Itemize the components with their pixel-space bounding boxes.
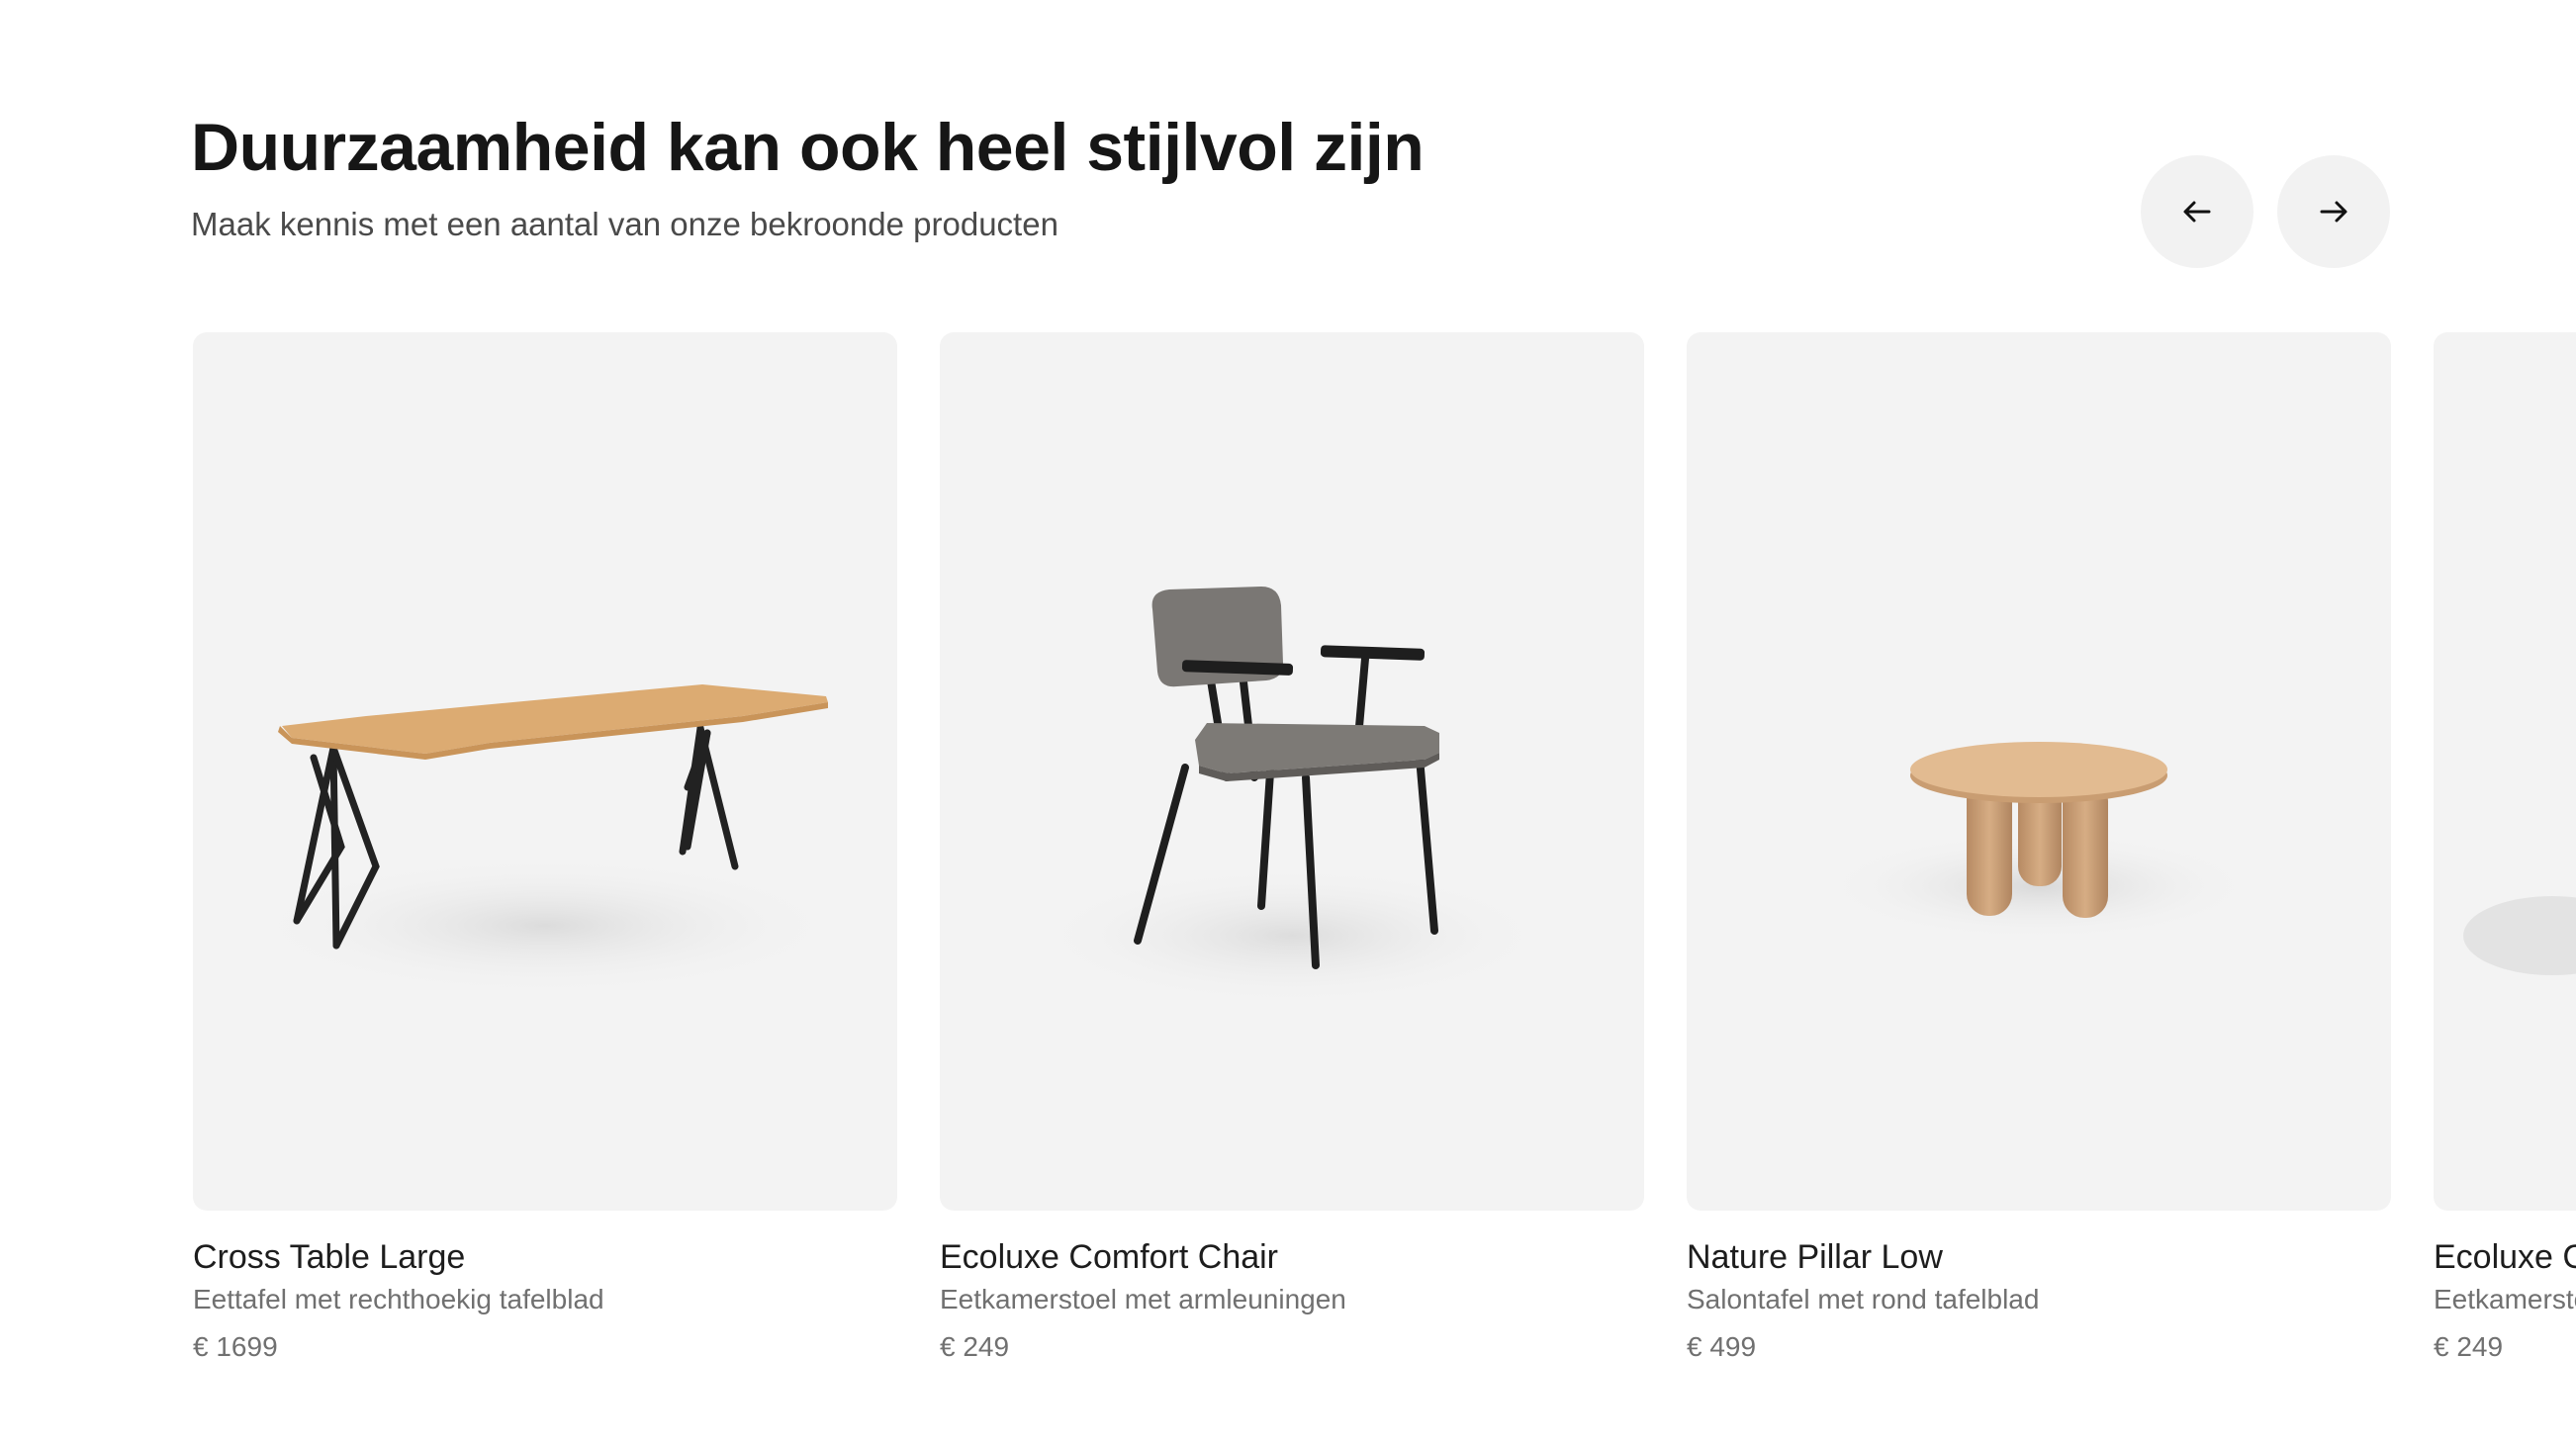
product-card[interactable]: Ecoluxe Cl Eetkamersto € 249 — [2434, 332, 2576, 1365]
product-image-chair-partial[interactable] — [2434, 332, 2576, 1211]
product-card[interactable]: Nature Pillar Low Salontafel met rond ta… — [1687, 332, 2391, 1365]
product-image-coffee-table[interactable] — [1687, 332, 2391, 1211]
product-image-table[interactable] — [193, 332, 897, 1211]
arrow-left-icon — [2177, 192, 2217, 231]
product-price: € 1699 — [193, 1331, 278, 1362]
section-title: Duurzaamheid kan ook heel stijlvol zijn — [191, 110, 1425, 185]
product-carousel: Cross Table Large Eettafel met rechthoek… — [193, 332, 2576, 1365]
product-name[interactable]: Ecoluxe Comfort Chair — [940, 1236, 1644, 1278]
section-subtitle: Maak kennis met een aantal van onze bekr… — [191, 206, 1058, 242]
arrow-right-icon — [2314, 192, 2353, 231]
product-price: € 249 — [940, 1331, 1010, 1362]
carousel-next-button[interactable] — [2277, 155, 2390, 268]
product-description: Eetkamerstoel met armleuningen — [940, 1284, 1346, 1314]
product-description: Salontafel met rond tafelblad — [1687, 1284, 2040, 1314]
carousel-prev-button[interactable] — [2141, 155, 2254, 268]
product-showcase-section: Duurzaamheid kan ook heel stijlvol zijn … — [0, 0, 2576, 1448]
product-price: € 249 — [2434, 1331, 2504, 1362]
carousel-navigation — [2141, 155, 2390, 268]
product-price: € 499 — [1687, 1331, 1757, 1362]
section-header: Duurzaamheid kan ook heel stijlvol zijn … — [191, 107, 1425, 245]
product-description: Eetkamersto — [2434, 1284, 2576, 1314]
product-description: Eettafel met rechthoekig tafelblad — [193, 1284, 604, 1314]
product-card[interactable]: Cross Table Large Eettafel met rechthoek… — [193, 332, 897, 1365]
product-name[interactable]: Nature Pillar Low — [1687, 1236, 2391, 1278]
product-name[interactable]: Cross Table Large — [193, 1236, 897, 1278]
product-image-chair[interactable] — [940, 332, 1644, 1211]
product-card[interactable]: Ecoluxe Comfort Chair Eetkamerstoel met … — [940, 332, 1644, 1365]
product-name[interactable]: Ecoluxe Cl — [2434, 1236, 2576, 1278]
